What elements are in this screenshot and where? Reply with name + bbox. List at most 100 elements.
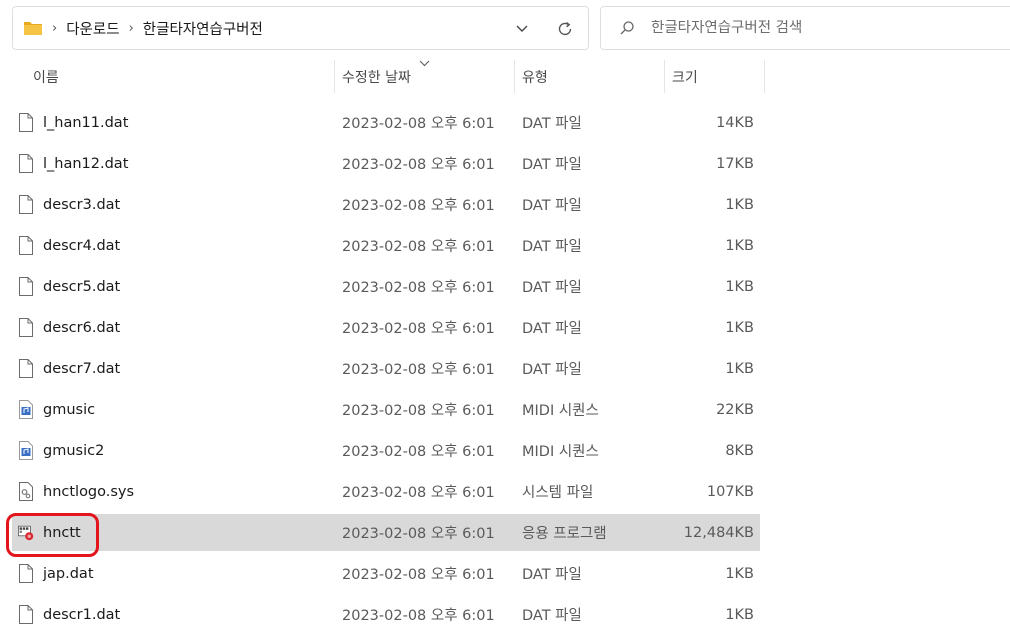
column-divider[interactable] — [764, 60, 765, 93]
file-modified-date: 2023-02-08 오후 6:01 — [342, 198, 495, 214]
file-name: jap.dat — [43, 565, 94, 582]
file-type: DAT 파일 — [522, 567, 582, 583]
file-name-cell[interactable]: jap.dat — [18, 555, 94, 592]
file-name-cell[interactable]: l_han11.dat — [18, 104, 128, 141]
file-type: DAT 파일 — [522, 280, 582, 296]
address-bar[interactable]: › 다운로드 › 한글타자연습구버전 — [12, 6, 589, 50]
file-name-cell[interactable]: l_han12.dat — [18, 145, 128, 182]
file-size: 107KB — [706, 483, 754, 500]
search-box[interactable] — [600, 6, 1010, 50]
file-size: 1KB — [725, 360, 754, 377]
chevron-down-icon — [516, 25, 528, 32]
column-header-name[interactable]: 이름 — [33, 60, 59, 93]
file-name-cell[interactable]: descr3.dat — [18, 186, 120, 223]
file-modified-date: 2023-02-08 오후 6:01 — [342, 239, 495, 255]
file-name-cell[interactable]: hnctlogo.sys — [18, 473, 134, 510]
file-row[interactable]: gmusic 2023-02-08 오후 6:01 MIDI 시퀀스 22KB — [12, 391, 760, 428]
application-icon — [18, 523, 34, 543]
file-row[interactable]: descr7.dat 2023-02-08 오후 6:01 DAT 파일 1KB — [12, 350, 760, 387]
document-icon — [18, 154, 34, 174]
file-size: 1KB — [725, 565, 754, 582]
column-header-size[interactable]: 크기 — [672, 60, 698, 93]
midi-file-icon — [18, 400, 34, 420]
file-type: DAT 파일 — [522, 116, 582, 132]
file-size: 17KB — [716, 155, 754, 172]
file-modified-date: 2023-02-08 오후 6:01 — [342, 157, 495, 173]
file-name-cell[interactable]: hnctt — [18, 514, 81, 551]
file-name-cell[interactable]: descr5.dat — [18, 268, 120, 305]
file-row[interactable]: l_han11.dat 2023-02-08 오후 6:01 DAT 파일 14KB — [12, 104, 760, 141]
file-name-cell[interactable]: descr7.dat — [18, 350, 120, 387]
file-row[interactable]: descr1.dat 2023-02-08 오후 6:01 DAT 파일 1KB — [12, 596, 760, 633]
system-file-icon — [18, 482, 34, 502]
file-type: DAT 파일 — [522, 157, 582, 173]
file-modified-date: 2023-02-08 오후 6:01 — [342, 116, 495, 132]
file-name: hnctlogo.sys — [43, 483, 135, 500]
file-modified-date: 2023-02-08 오후 6:01 — [342, 321, 495, 337]
document-icon — [18, 195, 34, 215]
file-modified-date: 2023-02-08 오후 6:01 — [342, 444, 495, 460]
refresh-button[interactable] — [542, 7, 588, 51]
column-divider[interactable] — [514, 60, 515, 93]
column-divider[interactable] — [664, 60, 665, 93]
file-name: descr4.dat — [43, 237, 121, 254]
breadcrumb-item-current-folder[interactable]: 한글타자연습구버전 — [143, 18, 263, 39]
file-type: MIDI 시퀀스 — [522, 444, 599, 460]
file-name-cell[interactable]: descr6.dat — [18, 309, 120, 346]
chevron-right-icon: › — [128, 20, 134, 36]
file-name: descr5.dat — [43, 278, 121, 295]
midi-file-icon — [18, 441, 34, 461]
address-history-button[interactable] — [502, 7, 542, 51]
file-type: DAT 파일 — [522, 362, 582, 378]
file-type: 시스템 파일 — [522, 485, 594, 501]
file-name: gmusic2 — [43, 442, 105, 459]
file-size: 12,484KB — [683, 524, 754, 541]
column-header-type[interactable]: 유형 — [522, 60, 548, 93]
file-name-cell[interactable]: gmusic2 — [18, 432, 104, 469]
file-row[interactable]: hnctt 2023-02-08 오후 6:01 응용 프로그램 12,484KB — [12, 514, 760, 551]
file-name: descr3.dat — [43, 196, 121, 213]
file-name: l_han12.dat — [43, 155, 129, 172]
file-modified-date: 2023-02-08 오후 6:01 — [342, 567, 495, 583]
column-header-date[interactable]: 수정한 날짜 — [342, 60, 411, 93]
file-row[interactable]: descr3.dat 2023-02-08 오후 6:01 DAT 파일 1KB — [12, 186, 760, 223]
file-name: descr7.dat — [43, 360, 121, 377]
file-size: 1KB — [725, 319, 754, 336]
file-modified-date: 2023-02-08 오후 6:01 — [342, 362, 495, 378]
file-name: descr6.dat — [43, 319, 121, 336]
file-row[interactable]: l_han12.dat 2023-02-08 오후 6:01 DAT 파일 17KB — [12, 145, 760, 182]
refresh-icon — [558, 21, 572, 36]
file-type: DAT 파일 — [522, 198, 582, 214]
column-divider[interactable] — [334, 60, 335, 93]
file-name-cell[interactable]: gmusic — [18, 391, 95, 428]
file-type: 응용 프로그램 — [522, 526, 607, 542]
file-name-cell[interactable]: descr4.dat — [18, 227, 120, 264]
file-name: descr1.dat — [43, 606, 121, 623]
file-size: 22KB — [716, 401, 754, 418]
document-icon — [18, 605, 34, 625]
file-row[interactable]: jap.dat 2023-02-08 오후 6:01 DAT 파일 1KB — [12, 555, 760, 592]
file-row[interactable]: descr6.dat 2023-02-08 오후 6:01 DAT 파일 1KB — [12, 309, 760, 346]
search-input[interactable] — [651, 20, 991, 36]
file-modified-date: 2023-02-08 오후 6:01 — [342, 280, 495, 296]
document-icon — [18, 564, 34, 584]
file-name: hnctt — [43, 524, 81, 541]
file-row[interactable]: hnctlogo.sys 2023-02-08 오후 6:01 시스템 파일 107K… — [12, 473, 760, 510]
breadcrumb-item-downloads[interactable]: 다운로드 — [66, 18, 119, 39]
file-size: 1KB — [725, 237, 754, 254]
chevron-right-icon: › — [52, 20, 58, 36]
file-size: 14KB — [716, 114, 754, 131]
file-row[interactable]: gmusic2 2023-02-08 오후 6:01 MIDI 시퀀스 8KB — [12, 432, 760, 469]
file-row[interactable]: descr4.dat 2023-02-08 오후 6:01 DAT 파일 1KB — [12, 227, 760, 264]
file-modified-date: 2023-02-08 오후 6:01 — [342, 403, 495, 419]
file-type: DAT 파일 — [522, 608, 582, 624]
document-icon — [18, 359, 34, 379]
file-name-cell[interactable]: descr1.dat — [18, 596, 120, 633]
file-modified-date: 2023-02-08 오후 6:01 — [342, 526, 495, 542]
file-type: DAT 파일 — [522, 321, 582, 337]
file-size: 1KB — [725, 606, 754, 623]
sort-descending-icon — [419, 60, 430, 67]
file-modified-date: 2023-02-08 오후 6:01 — [342, 485, 495, 501]
document-icon — [18, 113, 34, 133]
file-row[interactable]: descr5.dat 2023-02-08 오후 6:01 DAT 파일 1KB — [12, 268, 760, 305]
